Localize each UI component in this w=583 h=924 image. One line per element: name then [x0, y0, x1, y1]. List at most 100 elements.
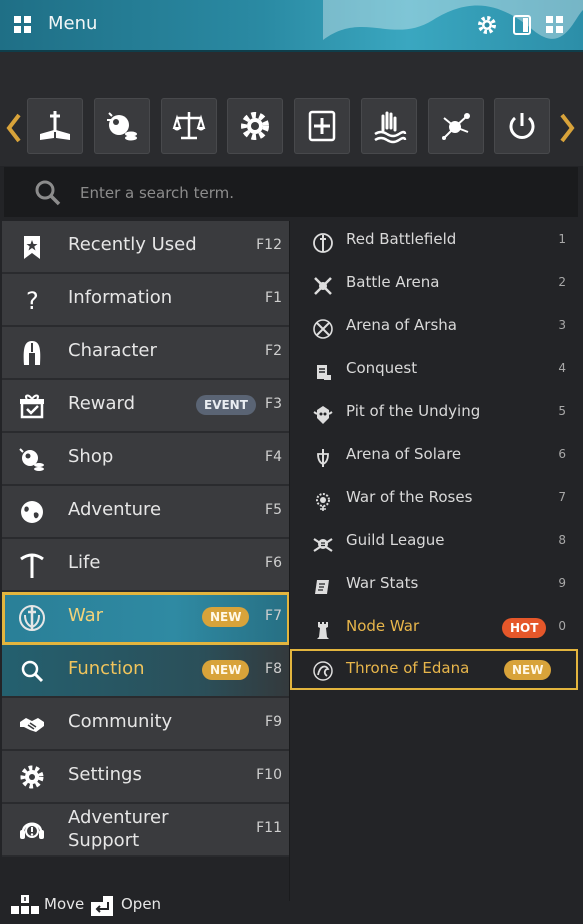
quick-network-button[interactable] [428, 98, 484, 154]
submenu-item-battle-arena[interactable]: Battle Arena 2 [290, 264, 580, 307]
search-bar [4, 167, 578, 217]
menu-item-adventure[interactable]: Adventure F5 [2, 486, 290, 539]
menu-item-life[interactable]: Life F6 [2, 539, 290, 592]
quick-hand-wave-button[interactable] [361, 98, 417, 154]
submenu-item-label: Battle Arena [346, 273, 440, 291]
quick-settings-button[interactable] [227, 98, 283, 154]
submenu-item-number: 5 [558, 404, 566, 418]
new-badge: NEW [504, 660, 552, 680]
menu-item-hotkey: F7 [265, 608, 282, 624]
svg-text:?: ? [26, 287, 39, 314]
submenu-item-conquest[interactable]: Conquest 4 [290, 350, 580, 393]
grid-view-icon[interactable] [544, 14, 566, 36]
hot-badge: HOT [502, 618, 547, 638]
settings-gear-icon[interactable] [476, 14, 498, 36]
menu-item-war[interactable]: War NEW F7 [2, 592, 290, 645]
submenu-item-number: 8 [558, 533, 566, 547]
globe-icon [21, 501, 43, 523]
quick-book-sword-button[interactable] [27, 98, 83, 154]
submenu-item-label: Pit of the Undying [346, 402, 481, 420]
menu-item-hotkey: F6 [265, 555, 282, 571]
quick-pearl-shop-button[interactable] [94, 98, 150, 154]
menu-header: Menu [0, 0, 583, 52]
add-book-icon [308, 110, 336, 142]
search-input[interactable] [78, 180, 542, 206]
war-submenu-list: Red Battlefield 1 Battle Arena 2 Arena o… [290, 221, 580, 901]
menu-grid-icon[interactable] [13, 15, 33, 35]
menu-item-hotkey: F2 [265, 343, 282, 359]
submenu-item-arena-of-solare[interactable]: Arena of Solare 6 [290, 436, 580, 479]
war-shield-icon [19, 605, 45, 631]
menu-item-label: Recently Used [68, 234, 197, 255]
submenu-item-pit-of-the-undying[interactable]: Pit of the Undying 5 [290, 393, 580, 436]
power-icon [509, 113, 535, 139]
submenu-item-label: Arena of Arsha [346, 316, 457, 334]
submenu-item-war-stats[interactable]: War Stats 9 [290, 565, 580, 608]
question-icon: ? [26, 287, 39, 314]
conquest-icon [317, 365, 331, 380]
book-sword-icon [40, 111, 70, 140]
submenu-item-label: Throne of Edana [346, 659, 470, 677]
menu-item-label: Adventure [68, 499, 162, 520]
pearl-coins-icon [19, 448, 44, 471]
submenu-item-number: 0 [558, 619, 566, 633]
submenu-item-red-battlefield[interactable]: Red Battlefield 1 [290, 221, 580, 264]
quick-add-book-button[interactable] [294, 98, 350, 154]
submenu-item-number: 3 [558, 318, 566, 332]
menu-item-hotkey: F11 [256, 820, 282, 836]
menu-item-hotkey: F3 [265, 396, 282, 412]
move-keys-icon [11, 895, 39, 914]
submenu-item-label: Conquest [346, 359, 418, 377]
magnifier-icon [21, 660, 44, 683]
menu-item-hotkey: F12 [256, 237, 282, 253]
menu-item-shop[interactable]: Shop F4 [2, 433, 290, 486]
quick-power-button[interactable] [494, 98, 550, 154]
menu-item-label: Character [68, 340, 157, 361]
headset-icon [20, 822, 44, 839]
menu-item-label-line2: Support [68, 830, 140, 851]
submenu-item-number: 1 [558, 232, 566, 246]
menu-item-label-line1: Adventurer [68, 807, 169, 828]
menu-item-hotkey: F9 [265, 714, 282, 730]
submenu-item-war-of-the-roses[interactable]: War of the Roses 7 [290, 479, 580, 522]
submenu-item-throne-of-edana[interactable]: Throne of Edana NEW [290, 649, 578, 690]
submenu-item-number: 6 [558, 447, 566, 461]
submenu-item-number: 9 [558, 576, 566, 590]
gift-icon [20, 394, 44, 419]
quick-scales-button[interactable] [161, 98, 217, 154]
handshake-icon [20, 718, 44, 732]
new-badge: NEW [202, 660, 250, 680]
menu-item-hotkey: F8 [265, 661, 282, 677]
submenu-item-number: 4 [558, 361, 566, 375]
war-stats-icon [315, 580, 329, 594]
open-hint-label: Open [121, 895, 162, 913]
move-hint-label: Move [44, 895, 85, 913]
submenu-item-node-war[interactable]: Node War HOT 0 [290, 608, 580, 651]
menu-item-community[interactable]: Community F9 [2, 698, 290, 751]
menu-item-function[interactable]: Function NEW F8 [2, 645, 290, 698]
menu-item-reward[interactable]: Reward EVENT F3 [2, 380, 290, 433]
page-title: Menu [48, 13, 98, 34]
menu-item-label: Function [68, 658, 145, 679]
menu-item-hotkey: F1 [265, 290, 282, 306]
menu-item-adventurer-support[interactable]: Adventurer Support F11 [2, 804, 290, 857]
menu-item-character[interactable]: Character F2 [2, 327, 290, 380]
edana-icon [313, 661, 333, 681]
submenu-item-label: Guild League [346, 531, 445, 549]
scales-icon [172, 112, 206, 140]
chevron-right-icon[interactable] [558, 113, 576, 143]
submenu-item-label: Arena of Solare [346, 445, 462, 463]
undying-icon [313, 406, 333, 424]
menu-item-settings[interactable]: Settings F10 [2, 751, 290, 804]
submenu-item-arena-of-arsha[interactable]: Arena of Arsha 3 [290, 307, 580, 350]
layout-toggle-icon[interactable] [511, 14, 533, 36]
helmet-icon [23, 341, 41, 365]
menu-item-recently-used[interactable]: Recently Used F12 [2, 221, 290, 274]
menu-item-label: Reward [68, 393, 136, 414]
menu-item-label: Adventurer Support [68, 806, 169, 852]
battle-arena-icon [314, 277, 332, 295]
menu-item-information[interactable]: ? Information F1 [2, 274, 290, 327]
chevron-left-icon[interactable] [5, 113, 23, 143]
submenu-item-guild-league[interactable]: Guild League 8 [290, 522, 580, 565]
menu-item-label: Information [68, 287, 173, 308]
